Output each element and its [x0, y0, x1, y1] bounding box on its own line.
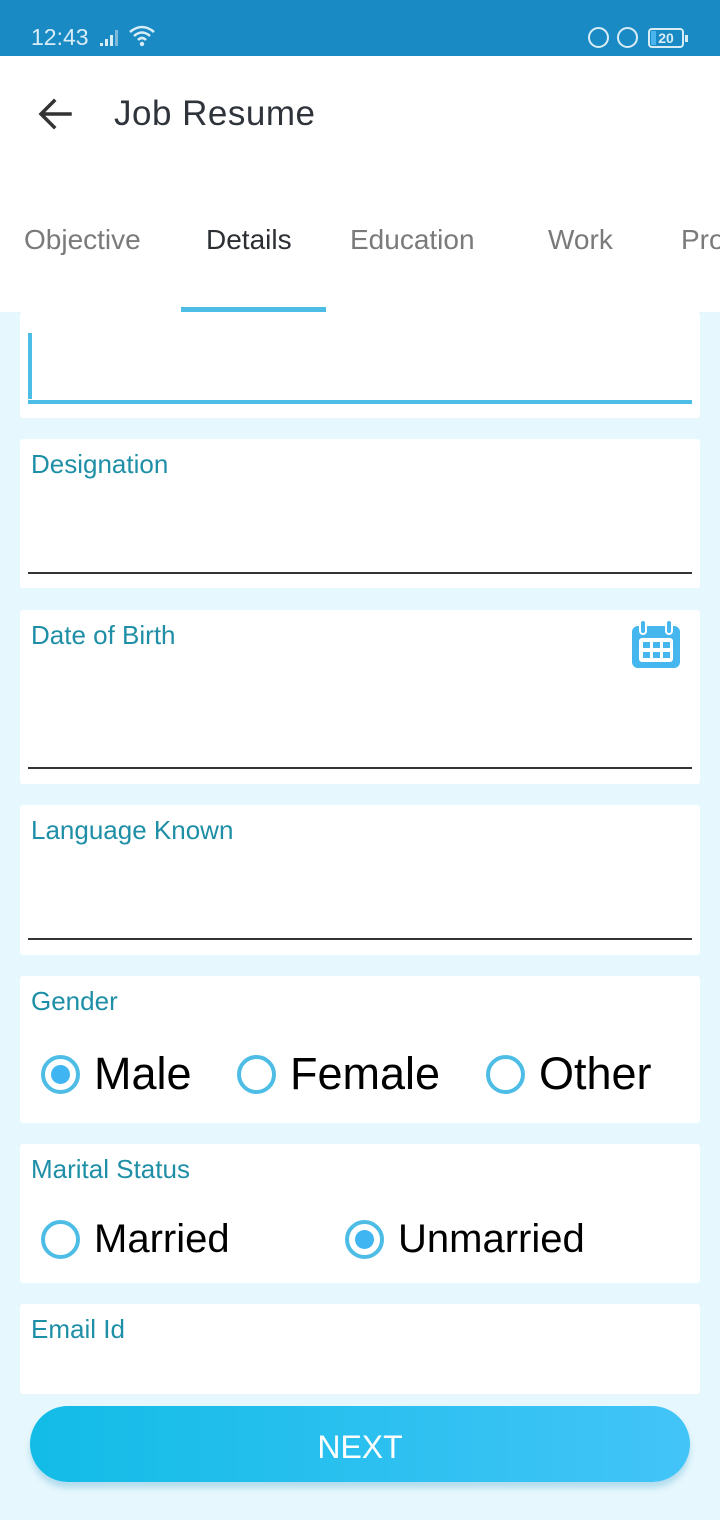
email-label: Email Id [31, 1314, 125, 1344]
radio-unchecked-icon[interactable] [486, 1054, 525, 1094]
data-saver-icon [588, 27, 609, 48]
date-of-birth-label: Date of Birth [31, 620, 176, 650]
radio-checked-icon[interactable] [41, 1054, 80, 1094]
tab-education[interactable]: Education [350, 224, 475, 256]
next-button[interactable]: NEXT [30, 1406, 690, 1482]
marital-status-card: Marital Status Married Unmarried [20, 1144, 700, 1283]
app-bar: Job Resume Objective Details Education W… [0, 56, 720, 312]
date-of-birth-input[interactable] [28, 767, 692, 769]
focused-field-underline [28, 400, 692, 404]
tab-projects[interactable]: Projects [681, 224, 720, 256]
gender-option-label: Other [539, 1048, 652, 1099]
rotation-lock-icon [617, 27, 638, 48]
date-of-birth-card[interactable]: Date of Birth [20, 610, 700, 784]
email-card[interactable]: Email Id [20, 1304, 700, 1394]
marital-option-label: Married [94, 1217, 230, 1261]
language-known-label: Language Known [31, 815, 234, 845]
text-cursor [28, 333, 32, 399]
focused-field-card [20, 312, 700, 418]
tab-work[interactable]: Work [548, 224, 613, 256]
marital-option-married[interactable]: Married [41, 1217, 230, 1262]
designation-label: Designation [31, 449, 169, 479]
status-bar: 12:43 20 [0, 0, 720, 56]
tab-objective[interactable]: Objective [24, 224, 141, 256]
gender-card: Gender Male Female Other [20, 976, 700, 1123]
marital-option-label: Unmarried [398, 1217, 585, 1261]
radio-checked-icon[interactable] [345, 1220, 384, 1259]
signal-icon [100, 30, 118, 46]
marital-status-label: Marital Status [31, 1154, 190, 1184]
designation-input[interactable] [28, 572, 692, 574]
gender-option-label: Female [290, 1048, 441, 1099]
radio-unchecked-icon[interactable] [237, 1054, 276, 1094]
wifi-icon [129, 25, 155, 47]
gender-label: Gender [31, 986, 118, 1016]
gender-option-male[interactable]: Male [41, 1048, 192, 1100]
gender-option-other[interactable]: Other [486, 1048, 652, 1100]
radio-unchecked-icon[interactable] [41, 1220, 80, 1259]
page-title: Job Resume [114, 94, 316, 133]
language-known-input[interactable] [28, 938, 692, 940]
language-known-card[interactable]: Language Known [20, 805, 700, 955]
calendar-icon[interactable] [630, 618, 682, 670]
gender-option-female[interactable]: Female [237, 1048, 440, 1100]
tab-bar: Objective Details Education Work Project… [0, 220, 720, 312]
focused-text-input[interactable] [34, 332, 684, 398]
gender-option-label: Male [94, 1048, 192, 1099]
status-time: 12:43 [31, 24, 89, 50]
arrow-left-icon[interactable] [34, 92, 78, 136]
battery-icon: 20 [648, 28, 688, 48]
tab-details[interactable]: Details [206, 224, 292, 256]
marital-option-unmarried[interactable]: Unmarried [345, 1217, 585, 1262]
designation-card[interactable]: Designation [20, 439, 700, 588]
